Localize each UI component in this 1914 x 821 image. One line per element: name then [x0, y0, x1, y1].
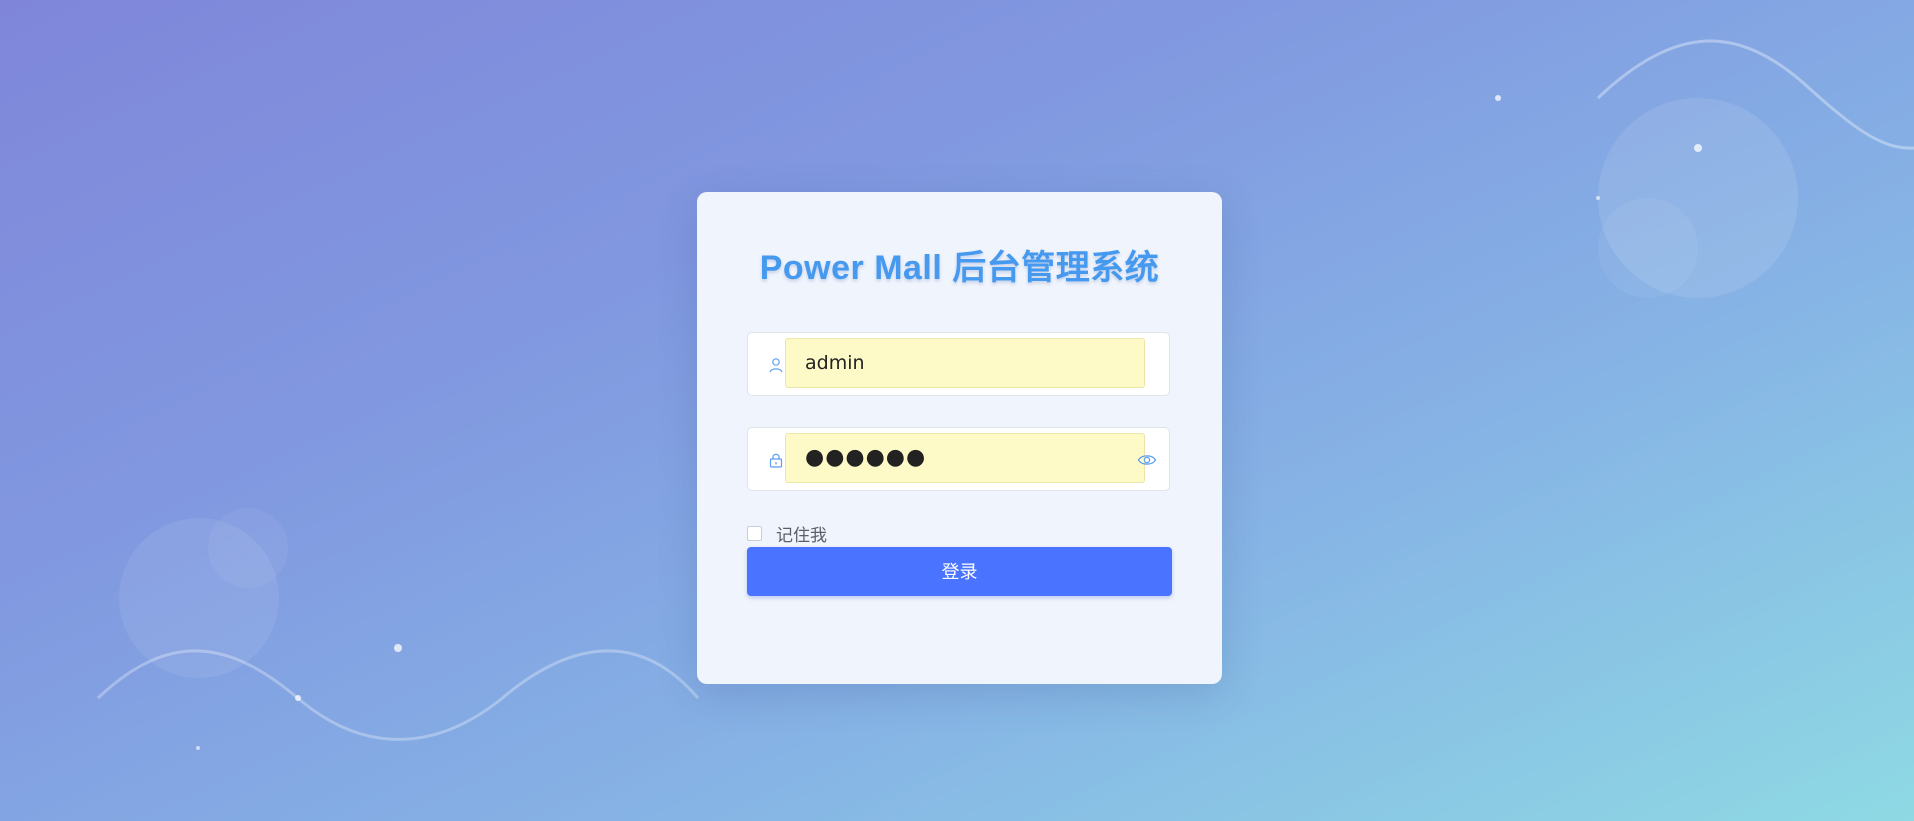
remember-me[interactable]: 记住我 — [747, 521, 827, 546]
background-bubble — [208, 508, 288, 588]
password-field: ●●●●●● — [747, 427, 1170, 491]
login-card: Power Mall 后台管理系统 ●●●●●● 记住我 登录 — [697, 192, 1222, 684]
username-input[interactable] — [785, 338, 1145, 388]
background-dot — [394, 644, 402, 652]
user-icon — [769, 358, 783, 373]
login-title: Power Mall 后台管理系统 — [759, 249, 1160, 287]
login-button[interactable]: 登录 — [747, 547, 1172, 596]
background-bubble — [1598, 198, 1698, 298]
remember-label[interactable]: 记住我 — [776, 521, 827, 546]
login-page: Power Mall 后台管理系统 ●●●●●● 记住我 登录 — [0, 0, 1914, 821]
background-dot — [1694, 144, 1702, 152]
lock-icon — [769, 453, 783, 468]
background-dot — [1596, 196, 1600, 200]
username-field — [747, 332, 1170, 396]
password-input[interactable]: ●●●●●● — [785, 433, 1145, 483]
background-dot — [295, 695, 301, 701]
background-dot — [1495, 95, 1501, 101]
background-dot — [196, 746, 200, 750]
eye-icon[interactable] — [1137, 452, 1157, 468]
remember-checkbox[interactable] — [747, 525, 762, 541]
